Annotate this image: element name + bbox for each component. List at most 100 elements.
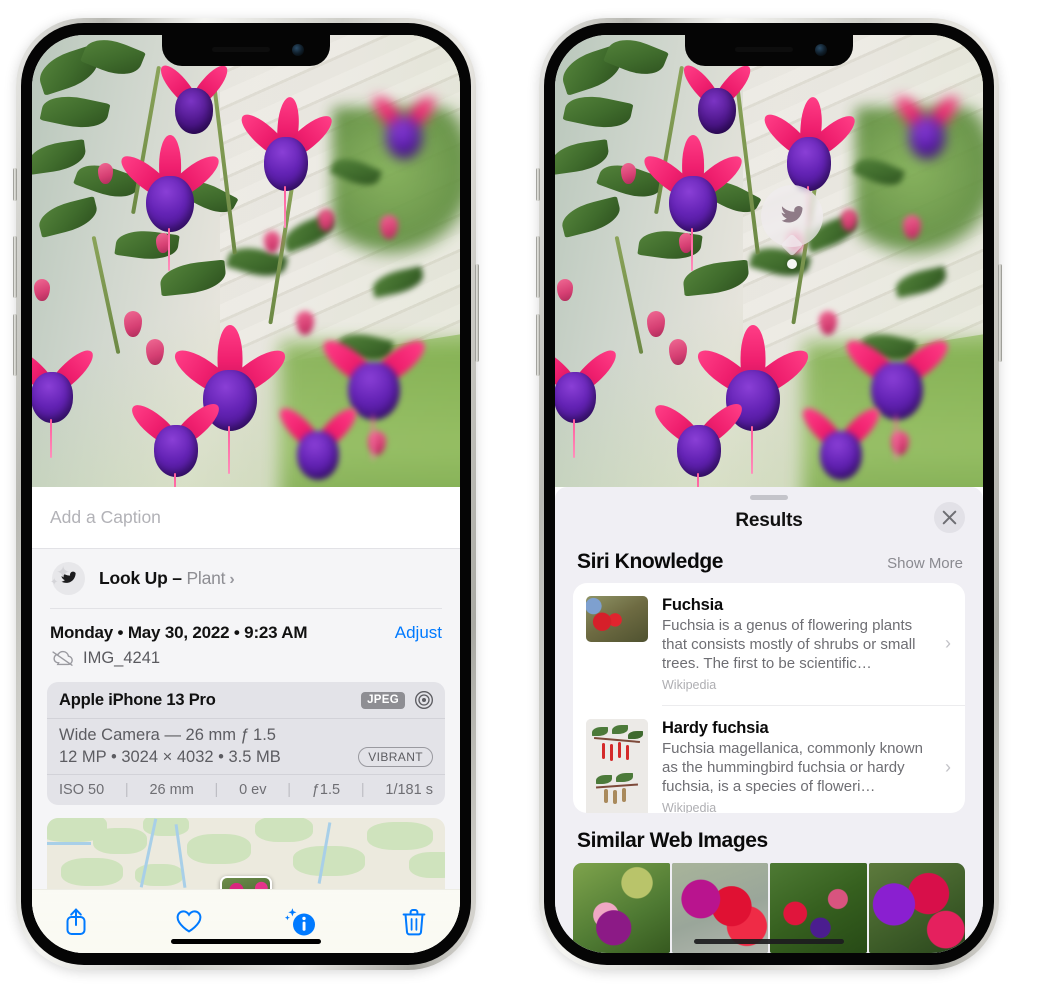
power-button[interactable] bbox=[475, 264, 479, 362]
look-up-bubble[interactable] bbox=[761, 185, 823, 257]
chevron-right-icon: › bbox=[945, 633, 951, 654]
knowledge-result-title: Hardy fuchsia bbox=[662, 718, 769, 737]
front-camera bbox=[815, 44, 827, 56]
photo-fuchsia-bloom bbox=[368, 87, 440, 167]
look-up-title: Look Up bbox=[99, 568, 168, 588]
web-image-1[interactable] bbox=[573, 863, 670, 953]
format-badge: JPEG bbox=[361, 691, 405, 709]
location-map[interactable] bbox=[47, 818, 445, 890]
capture-date: Monday • May 30, 2022 • 9:23 AM bbox=[50, 623, 308, 642]
leaf-icon bbox=[781, 205, 803, 223]
hardy-fuchsia-specimen-thumbnail bbox=[586, 718, 648, 813]
knowledge-result-title: Fuchsia bbox=[662, 595, 723, 614]
image-specs: 12 MP • 3024 × 4032 • 3.5 MB bbox=[59, 747, 281, 766]
left-screen: Add a Caption ✦ ✦ Look Up – Plant › Mond… bbox=[32, 35, 460, 953]
silent-switch[interactable] bbox=[13, 168, 17, 201]
date-time-row: Monday • May 30, 2022 • 9:23 AM Adjust bbox=[32, 609, 460, 645]
share-icon bbox=[66, 908, 86, 936]
device-notch bbox=[162, 35, 330, 66]
icloud-slash-icon bbox=[52, 650, 73, 666]
front-camera bbox=[292, 44, 304, 56]
look-up-row[interactable]: ✦ ✦ Look Up – Plant › bbox=[32, 549, 460, 608]
knowledge-result-description: Fuchsia magellanica, commonly known as t… bbox=[662, 739, 923, 795]
exif-aperture: ƒ1.5 bbox=[311, 782, 341, 798]
delete-button[interactable] bbox=[392, 902, 436, 942]
photo-fuchsia-bloom bbox=[678, 55, 756, 143]
exif-iso: ISO 50 bbox=[59, 782, 105, 798]
filename-row: IMG_4241 bbox=[32, 645, 460, 680]
volume-up-button[interactable] bbox=[13, 236, 17, 298]
heart-icon bbox=[176, 910, 202, 933]
device-bezel: Add a Caption ✦ ✦ Look Up – Plant › Mond… bbox=[21, 23, 471, 965]
knowledge-result-source: Wikipedia bbox=[662, 677, 717, 692]
siri-knowledge-header: Siri Knowledge Show More bbox=[555, 546, 983, 583]
siri-knowledge-card: Fuchsia Fuchsia is a genus of flowering … bbox=[573, 582, 965, 813]
screenshot-canvas: Add a Caption ✦ ✦ Look Up – Plant › Mond… bbox=[0, 0, 1055, 985]
adjust-button[interactable]: Adjust bbox=[395, 623, 442, 643]
photo-fuchsia-bloom bbox=[155, 55, 233, 143]
visual-look-up-badge[interactable] bbox=[761, 185, 823, 269]
look-up-subject: Plant bbox=[186, 568, 226, 588]
earpiece-speaker bbox=[735, 47, 793, 52]
photo-fuchsia-bloom bbox=[555, 335, 622, 459]
info-button[interactable] bbox=[279, 902, 323, 942]
photo-fuchsia-bloom bbox=[126, 387, 225, 487]
iphone-left-device: Add a Caption ✦ ✦ Look Up – Plant › Mond… bbox=[13, 18, 479, 970]
results-header: Results bbox=[555, 500, 983, 546]
knowledge-result-body: Fuchsia Fuchsia is a genus of flowering … bbox=[662, 596, 931, 692]
knowledge-result-source: Wikipedia bbox=[662, 800, 717, 813]
photo-fuchsia-plant[interactable] bbox=[32, 35, 460, 487]
photo-fuchsia-bloom bbox=[797, 395, 885, 487]
exif-separator: | bbox=[214, 782, 219, 798]
camera-card-body: Wide Camera — 26 mm ƒ 1.5 12 MP • 3024 ×… bbox=[47, 719, 445, 774]
home-indicator[interactable] bbox=[694, 939, 844, 944]
exif-separator: | bbox=[124, 782, 129, 798]
similar-web-images-title: Similar Web Images bbox=[577, 829, 768, 852]
photo-fuchsia-bloom bbox=[891, 87, 963, 167]
quality-chip: VIBRANT bbox=[358, 747, 433, 767]
web-image-4[interactable] bbox=[868, 863, 965, 953]
subject-dot-indicator bbox=[787, 259, 797, 269]
silent-switch[interactable] bbox=[536, 168, 540, 201]
sparkles-icon-small: ✦ bbox=[50, 577, 59, 588]
knowledge-result-row[interactable]: Hardy fuchsia Fuchsia magellanica, commo… bbox=[573, 706, 965, 813]
photo-fuchsia-bloom bbox=[649, 387, 748, 487]
trash-icon bbox=[402, 908, 426, 936]
show-more-button[interactable]: Show More bbox=[887, 555, 963, 572]
close-button[interactable] bbox=[934, 501, 965, 533]
exif-focal-length: 26 mm bbox=[149, 782, 194, 798]
volume-down-button[interactable] bbox=[13, 314, 17, 376]
favorite-button[interactable] bbox=[167, 902, 211, 942]
device-notch bbox=[685, 35, 853, 66]
home-indicator[interactable] bbox=[171, 939, 321, 944]
right-screen: Results Siri Knowledge Show More Fuchsia… bbox=[555, 35, 983, 953]
look-up-dash: – bbox=[167, 568, 187, 588]
photo-thumbnail-pin[interactable] bbox=[220, 876, 272, 890]
photo-fuchsia-plant[interactable] bbox=[555, 35, 983, 487]
camera-card-header: Apple iPhone 13 Pro JPEG bbox=[47, 682, 445, 719]
lens-info: Wide Camera — 26 mm ƒ 1.5 bbox=[59, 726, 276, 744]
knowledge-result-description: Fuchsia is a genus of flowering plants t… bbox=[662, 616, 916, 672]
similar-web-images-header: Similar Web Images bbox=[555, 813, 983, 857]
device-bezel: Results Siri Knowledge Show More Fuchsia… bbox=[544, 23, 994, 965]
info-scroll-area[interactable]: ✦ ✦ Look Up – Plant › Monday • May 30, 2… bbox=[32, 548, 460, 890]
info-sparkle-icon bbox=[285, 907, 316, 936]
knowledge-result-row[interactable]: Fuchsia Fuchsia is a genus of flowering … bbox=[573, 583, 965, 705]
photo-fuchsia-bloom bbox=[274, 395, 362, 487]
volume-down-button[interactable] bbox=[536, 314, 540, 376]
power-button[interactable] bbox=[998, 264, 1002, 362]
volume-up-button[interactable] bbox=[536, 236, 540, 298]
knowledge-result-body: Hardy fuchsia Fuchsia magellanica, commo… bbox=[662, 719, 931, 813]
fuchsia-red-flowers-thumbnail bbox=[586, 595, 648, 642]
share-button[interactable] bbox=[54, 902, 98, 942]
photo-info-sheet: Add a Caption ✦ ✦ Look Up – Plant › Mond… bbox=[32, 487, 460, 953]
aperture-icon bbox=[415, 691, 433, 709]
exif-shutter-speed: 1/181 s bbox=[385, 782, 433, 798]
chevron-right-icon: › bbox=[945, 757, 951, 778]
caption-input[interactable]: Add a Caption bbox=[32, 487, 460, 548]
exif-exposure-value: 0 ev bbox=[239, 782, 267, 798]
exif-separator: | bbox=[287, 782, 292, 798]
sheet-title: Results bbox=[735, 509, 803, 531]
exif-separator: | bbox=[360, 782, 365, 798]
exif-row: ISO 50 | 26 mm | 0 ev | ƒ1.5 | 1/181 s bbox=[47, 774, 445, 805]
